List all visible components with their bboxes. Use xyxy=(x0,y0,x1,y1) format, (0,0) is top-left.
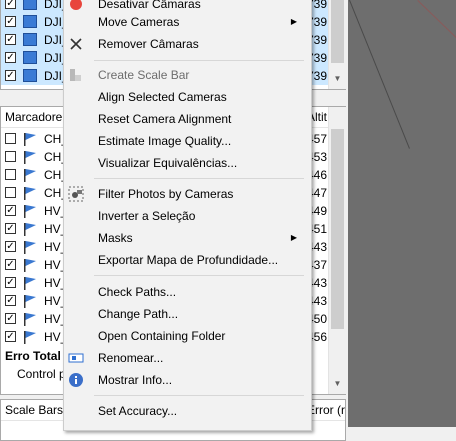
viewport-axis-line xyxy=(417,0,456,112)
flag-icon xyxy=(24,313,36,326)
total-error-label: Erro Total xyxy=(5,349,61,363)
scale-bar-icon xyxy=(70,69,81,81)
menu-item-mostrar-info[interactable]: Mostrar Info... xyxy=(64,369,311,391)
checkbox[interactable]: ✓ xyxy=(5,331,16,342)
menu-item-set-accuracy[interactable]: Set Accuracy... xyxy=(64,400,311,422)
scrollbar-thumb[interactable] xyxy=(331,0,344,63)
menu-item-remover-cameras[interactable]: Remover Câmaras xyxy=(64,33,311,55)
checkbox[interactable] xyxy=(5,133,16,144)
error-column-header[interactable]: Error (r xyxy=(307,400,345,420)
checkbox[interactable]: ✓ xyxy=(5,295,16,306)
checkbox[interactable] xyxy=(5,169,16,180)
checkbox[interactable] xyxy=(5,151,16,162)
menu-item-visualizar-equivalencias[interactable]: Visualizar Equivalências... xyxy=(64,152,311,174)
menu-item-inverter-selecao[interactable]: Inverter a Seleção xyxy=(64,205,311,227)
flag-icon xyxy=(24,169,36,182)
markers-column-header[interactable]: Marcadore xyxy=(5,107,62,127)
flag-icon xyxy=(24,277,36,290)
context-menu: Desativar Câmaras Move Cameras ▶ Remover… xyxy=(63,0,312,431)
menu-separator xyxy=(94,178,304,179)
submenu-arrow-icon: ▶ xyxy=(290,233,297,242)
flag-icon xyxy=(24,187,36,200)
submenu-arrow-icon: ▶ xyxy=(290,17,297,26)
menu-item-open-folder[interactable]: Open Containing Folder xyxy=(64,325,311,347)
camera-icon xyxy=(23,0,37,10)
filter-photos-icon xyxy=(68,186,84,202)
flag-icon xyxy=(24,223,36,236)
flag-icon xyxy=(24,259,36,272)
menu-item-check-paths[interactable]: Check Paths... xyxy=(64,281,311,303)
menu-item-masks[interactable]: Masks ▶ xyxy=(64,227,311,249)
checkbox[interactable]: ✓ xyxy=(5,223,16,234)
menu-item-filter-photos[interactable]: Filter Photos by Cameras xyxy=(64,183,311,205)
camera-icon xyxy=(23,15,37,28)
menu-item-change-path[interactable]: Change Path... xyxy=(64,303,311,325)
cameras-scrollbar[interactable]: ▼ xyxy=(328,0,346,89)
menu-item-align-selected[interactable]: Align Selected Cameras xyxy=(64,86,311,108)
menu-item-exportar-mapa[interactable]: Exportar Mapa de Profundidade... xyxy=(64,249,311,271)
checkbox[interactable]: ✓ xyxy=(5,34,16,45)
checkbox[interactable]: ✓ xyxy=(5,313,16,324)
checkbox[interactable]: ✓ xyxy=(5,241,16,252)
flag-icon xyxy=(24,241,36,254)
scale-bars-column-header[interactable]: Scale Bars xyxy=(5,400,63,420)
camera-icon xyxy=(23,69,37,82)
info-icon xyxy=(69,373,83,387)
checkbox[interactable]: ✓ xyxy=(5,277,16,288)
scrollbar-thumb[interactable] xyxy=(331,129,344,329)
checkbox[interactable]: ✓ xyxy=(5,0,16,9)
camera-icon xyxy=(23,51,37,64)
camera-icon xyxy=(23,33,37,46)
markers-scrollbar[interactable]: ▼ xyxy=(328,107,346,394)
checkbox[interactable]: ✓ xyxy=(5,52,16,63)
scroll-down-icon[interactable]: ▼ xyxy=(329,70,346,87)
checkbox[interactable]: ✓ xyxy=(5,259,16,270)
checkbox[interactable] xyxy=(5,187,16,198)
flag-icon xyxy=(24,151,36,164)
menu-separator xyxy=(94,60,304,61)
control-points-label: Control p xyxy=(17,367,66,381)
flag-icon xyxy=(24,331,36,344)
menu-item-move-cameras[interactable]: Move Cameras ▶ xyxy=(64,11,311,33)
scroll-down-icon[interactable]: ▼ xyxy=(329,375,346,392)
model-viewport[interactable] xyxy=(348,0,456,427)
close-icon xyxy=(70,38,82,50)
rename-icon xyxy=(68,353,84,363)
menu-item-renomear[interactable]: Renomear... xyxy=(64,347,311,369)
viewport-grid-line xyxy=(349,0,410,149)
checkbox[interactable]: ✓ xyxy=(5,70,16,81)
menu-item-create-scale-bar[interactable]: Create Scale Bar xyxy=(64,64,311,86)
menu-separator xyxy=(94,395,304,396)
menu-separator xyxy=(94,275,304,276)
checkbox[interactable]: ✓ xyxy=(5,16,16,27)
menu-item-reset-alignment[interactable]: Reset Camera Alignment xyxy=(64,108,311,130)
flag-icon xyxy=(24,295,36,308)
checkbox[interactable]: ✓ xyxy=(5,205,16,216)
flag-icon xyxy=(24,133,36,146)
flag-icon xyxy=(24,205,36,218)
menu-item-estimate-quality[interactable]: Estimate Image Quality... xyxy=(64,130,311,152)
